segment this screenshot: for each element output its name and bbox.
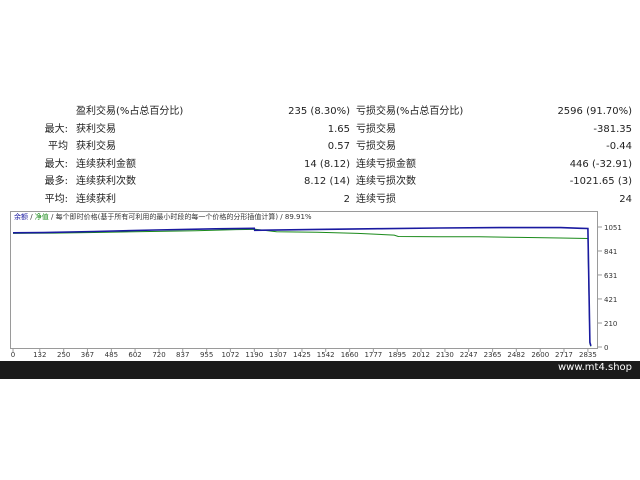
stats-row: 最大: 连续获利金额 14 (8.12) 连续亏损金额 446 (-32.91) bbox=[0, 156, 640, 174]
stats-label2: 连续亏损 bbox=[356, 193, 396, 205]
x-tick-label: 250 bbox=[57, 351, 70, 359]
stats-label1: 获利交易 bbox=[76, 123, 116, 135]
stats-value1: 2 bbox=[343, 193, 350, 205]
stats-value2: 24 bbox=[619, 193, 632, 205]
stats-label1: 获利交易 bbox=[76, 141, 116, 152]
stats-prefix: 平均 bbox=[48, 141, 68, 152]
x-tick-label: 1425 bbox=[293, 351, 311, 359]
stats-label2: 连续亏损次数 bbox=[356, 176, 416, 187]
x-tick-label: 2482 bbox=[507, 351, 525, 359]
stats-value2: 446 (-32.91) bbox=[569, 158, 632, 170]
stats-prefix: 平均: bbox=[44, 193, 68, 205]
stats-label2: 连续亏损金额 bbox=[356, 158, 416, 170]
stats-row: 平均: 连续获利 2 连续亏损 24 bbox=[0, 191, 640, 209]
stats-value1: 235 (8.30%) bbox=[288, 106, 350, 117]
y-tick-label: 0 bbox=[604, 344, 608, 352]
chart-svg: 1051 841 631 421 210 0 0 132 250 367 485 602 720 837 9… bbox=[11, 224, 622, 359]
stats-prefix: 最大: bbox=[44, 158, 68, 170]
x-tick-label: 1190 bbox=[245, 351, 263, 359]
x-tick-label: 955 bbox=[200, 351, 213, 359]
stats-row: 平均 获利交易 0.57 亏损交易 -0.44 bbox=[0, 138, 640, 156]
stats-label2: 亏损交易(%占总百分比) bbox=[356, 106, 464, 117]
x-tick-label: 0 bbox=[11, 351, 15, 359]
x-tick-label: 367 bbox=[81, 351, 94, 359]
stats-value2: -1021.65 (3) bbox=[569, 176, 632, 187]
stats-label1: 连续获利次数 bbox=[76, 176, 136, 187]
x-tick-label: 2835 bbox=[579, 351, 597, 359]
x-tick-label: 485 bbox=[105, 351, 118, 359]
x-tick-label: 2247 bbox=[460, 351, 478, 359]
y-tick-label: 631 bbox=[604, 272, 617, 280]
stats-label1: 连续获利金额 bbox=[76, 158, 136, 170]
equity-chart: 余额 / 净值 / 每个即时价格(基于所有可利用的最小时段的每一个价格的分形插值… bbox=[10, 211, 632, 361]
x-tick-label: 602 bbox=[128, 351, 141, 359]
x-tick-label: 2365 bbox=[484, 351, 502, 359]
x-tick-label: 132 bbox=[33, 351, 46, 359]
stats-value1: 1.65 bbox=[327, 123, 350, 135]
stats-row: 最大: 获利交易 1.65 亏损交易 -381.35 bbox=[0, 121, 640, 139]
x-tick-label: 2012 bbox=[412, 351, 430, 359]
footer-bar: www.mt4.shop bbox=[0, 361, 640, 379]
y-tick-label: 1051 bbox=[604, 224, 622, 232]
stats-row: 盈利交易(%占总百分比) 235 (8.30%) 亏损交易(%占总百分比) 2596 … bbox=[0, 103, 640, 121]
x-tick-label: 1307 bbox=[269, 351, 287, 359]
x-tick-label: 1072 bbox=[221, 351, 239, 359]
x-tick-label: 837 bbox=[176, 351, 189, 359]
x-tick-label: 2717 bbox=[555, 351, 573, 359]
x-tick-label: 1542 bbox=[317, 351, 335, 359]
x-tick-label: 720 bbox=[152, 351, 165, 359]
x-tick-label: 1895 bbox=[388, 351, 406, 359]
y-tick-label: 841 bbox=[604, 248, 617, 256]
stats-value1: 14 (8.12) bbox=[304, 158, 350, 170]
stats-label1: 盈利交易(%占总百分比) bbox=[76, 106, 184, 117]
stats-value2: -381.35 bbox=[593, 123, 632, 135]
stats-label2: 亏损交易 bbox=[356, 141, 396, 152]
balance-series-line bbox=[12, 226, 592, 347]
y-tick-label: 210 bbox=[604, 320, 617, 328]
stats-label1: 连续获利 bbox=[76, 193, 116, 205]
stats-row: 最多: 连续获利次数 8.12 (14) 连续亏损次数 -1021.65 (3) bbox=[0, 173, 640, 191]
y-tick-label: 421 bbox=[604, 296, 617, 304]
stats-prefix: 最大: bbox=[44, 123, 68, 135]
stats-value1: 0.57 bbox=[327, 141, 350, 152]
stats-label2: 亏损交易 bbox=[356, 123, 396, 135]
x-tick-label: 1777 bbox=[364, 351, 382, 359]
stats-value1: 8.12 (14) bbox=[304, 176, 350, 187]
site-label: www.mt4.shop bbox=[557, 362, 632, 373]
stats-prefix: 最多: bbox=[44, 176, 68, 187]
stats-value2: -0.44 bbox=[606, 141, 632, 152]
x-tick-label: 2130 bbox=[436, 351, 454, 359]
x-tick-label: 1660 bbox=[341, 351, 359, 359]
stats-value2: 2596 (91.70%) bbox=[557, 106, 632, 117]
x-tick-label: 2600 bbox=[531, 351, 549, 359]
equity-series-line bbox=[12, 228, 592, 347]
